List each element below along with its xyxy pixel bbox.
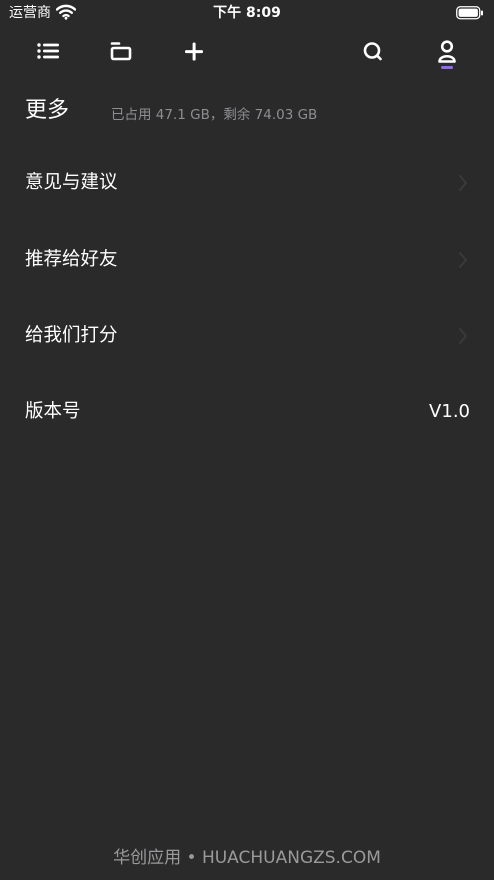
- battery-icon: [456, 5, 484, 24]
- menu-item-feedback[interactable]: 意见与建议: [0, 155, 494, 211]
- active-tab-indicator: [441, 66, 453, 69]
- chevron-right-icon: [458, 327, 468, 349]
- chevron-right-icon: [458, 174, 468, 196]
- menu-item-label: 给我们打分: [25, 325, 118, 346]
- status-bar: 运营商 下午 8:09: [0, 0, 494, 26]
- version-value: V1.0: [429, 401, 470, 422]
- list-icon[interactable]: [34, 38, 62, 66]
- user-icon[interactable]: [433, 38, 461, 66]
- menu-item-rate[interactable]: 给我们打分: [0, 308, 494, 364]
- menu-item-recommend[interactable]: 推荐给好友: [0, 232, 494, 288]
- storage-usage-text: 已占用 47.1 GB，剩余 74.03 GB: [111, 107, 318, 123]
- folder-icon[interactable]: [107, 38, 135, 66]
- chevron-right-icon: [458, 251, 468, 273]
- top-toolbar: [0, 30, 494, 74]
- menu-item-label: 意见与建议: [25, 172, 118, 193]
- menu-item-label: 推荐给好友: [25, 249, 118, 270]
- plus-icon[interactable]: [180, 38, 208, 66]
- page-title: 更多: [25, 98, 70, 123]
- menu-item-version: 版本号 V1.0: [0, 384, 494, 440]
- watermark-text: 华创应用 • HUACHUANGZS.COM: [113, 848, 381, 868]
- menu-item-label: 版本号: [25, 401, 81, 422]
- search-icon[interactable]: [359, 38, 387, 66]
- status-time: 下午 8:09: [213, 5, 281, 21]
